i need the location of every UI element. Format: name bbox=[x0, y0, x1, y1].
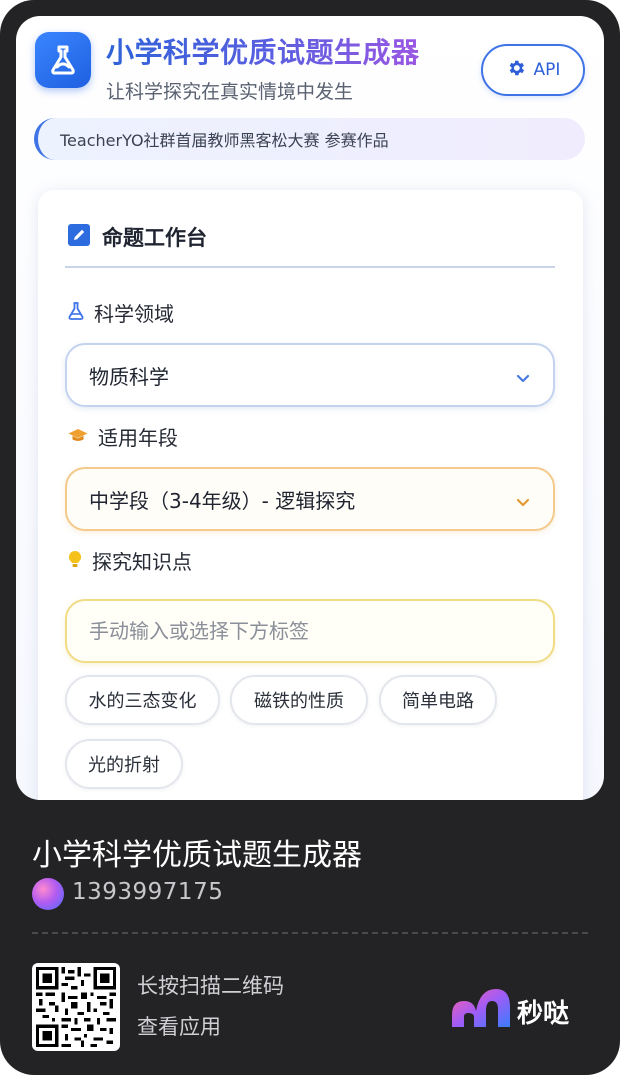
gear-icon bbox=[506, 58, 526, 83]
knowledge-input[interactable] bbox=[65, 599, 555, 663]
grade-label-text: 适用年段 bbox=[98, 426, 178, 450]
contest-banner: TeacherYO社群首届教师黑客松大赛 参赛作品 bbox=[34, 118, 585, 160]
flask-icon bbox=[68, 301, 84, 325]
app-title: 小学科学优质试题生成器 bbox=[106, 36, 420, 69]
knowledge-label-text: 探究知识点 bbox=[92, 550, 192, 574]
domain-label-text: 科学领域 bbox=[94, 302, 174, 326]
flask-leaf-icon bbox=[35, 32, 91, 88]
qr-action: 查看应用 bbox=[137, 1015, 221, 1039]
chevron-down-icon bbox=[515, 491, 531, 515]
knowledge-label: 探究知识点 bbox=[68, 546, 192, 575]
author-id: 1393997175 bbox=[72, 879, 224, 905]
knowledge-tag[interactable]: 简单电路 bbox=[379, 675, 497, 725]
lightbulb-icon bbox=[68, 549, 82, 573]
workbench-title: 命题工作台 bbox=[102, 226, 207, 250]
domain-select[interactable]: 物质科学 bbox=[65, 343, 555, 407]
domain-label: 科学领域 bbox=[68, 298, 174, 327]
api-settings-button[interactable]: API bbox=[481, 44, 585, 96]
qr-hint: 长按扫描二维码 bbox=[137, 974, 284, 998]
app-screenshot: 小学科学优质试题生成器 让科学探究在真实情境中发生 API TeacherYO社… bbox=[16, 16, 604, 800]
workbench-header: 命题工作台 bbox=[68, 222, 207, 252]
footer-app-name: 小学科学优质试题生成器 bbox=[32, 838, 362, 873]
grade-label: 适用年段 bbox=[68, 422, 178, 451]
knowledge-tag[interactable]: 水的三态变化 bbox=[65, 675, 220, 725]
app-subtitle: 让科学探究在真实情境中发生 bbox=[106, 81, 354, 103]
brand-name: 秒哒 bbox=[517, 999, 570, 1029]
grade-select-value: 中学段（3-4年级）- 逻辑探究 bbox=[89, 488, 356, 513]
graduation-cap-icon bbox=[68, 425, 88, 449]
share-poster: 小学科学优质试题生成器 让科学探究在真实情境中发生 API TeacherYO社… bbox=[0, 0, 620, 1075]
knowledge-tag[interactable]: 光的折射 bbox=[65, 739, 183, 789]
api-button-label: API bbox=[533, 60, 561, 80]
divider bbox=[65, 266, 555, 268]
miaoda-logo-icon bbox=[450, 985, 512, 1035]
divider bbox=[32, 932, 588, 934]
qr-code-icon[interactable] bbox=[32, 963, 120, 1051]
workbench-card: 命题工作台 科学领域 物质科学 适用年段 中学段（3-4年级）- 逻辑探究 探究… bbox=[38, 190, 583, 800]
grade-select[interactable]: 中学段（3-4年级）- 逻辑探究 bbox=[65, 467, 555, 531]
knowledge-tag[interactable]: 磁铁的性质 bbox=[230, 675, 368, 725]
edit-icon bbox=[68, 224, 90, 250]
domain-select-value: 物质科学 bbox=[89, 364, 169, 389]
avatar bbox=[32, 878, 64, 910]
chevron-down-icon bbox=[515, 367, 531, 391]
